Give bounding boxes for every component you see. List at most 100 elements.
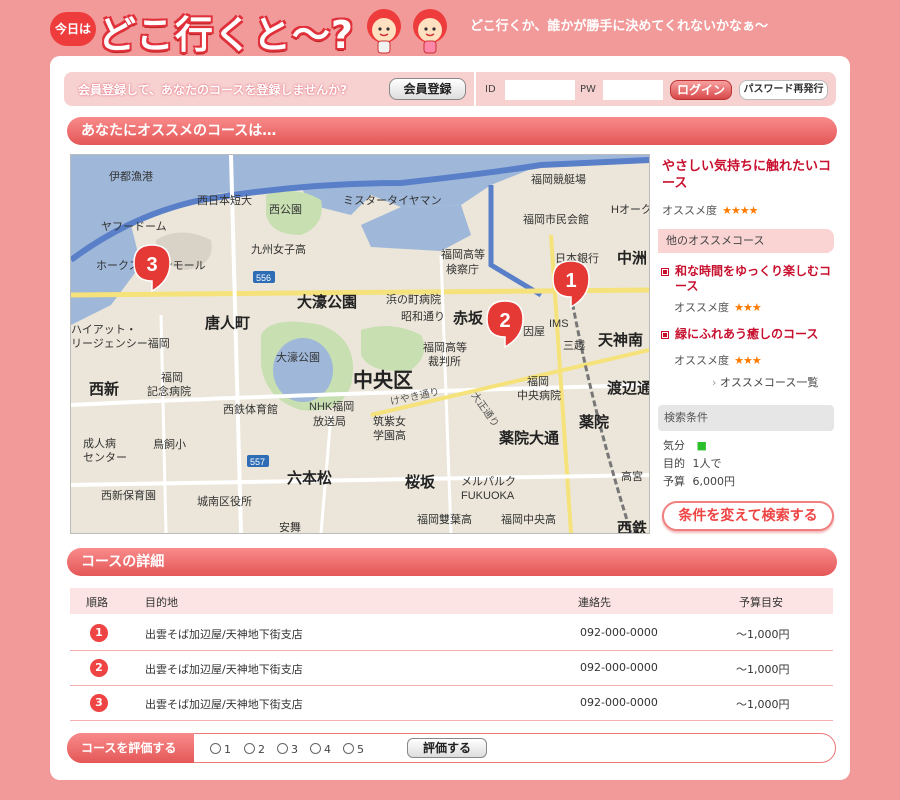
id-input[interactable]: [505, 80, 575, 100]
course-details-heading: コースの詳細: [67, 548, 837, 576]
radio-circle-icon: [310, 743, 321, 754]
star-rating-icon: ★★★: [734, 354, 762, 367]
details-table-header: 順路 目的地 連絡先 予算目安: [70, 588, 833, 614]
radio-label: 3: [291, 743, 298, 756]
svg-text:薬院大通: 薬院大通: [498, 429, 559, 447]
password-input[interactable]: [603, 80, 663, 100]
mascot-right-icon: [413, 9, 447, 54]
condition-purpose: 目的 1人で: [663, 455, 722, 471]
register-prompt: 会員登録して、あなたのコースを登録しませんか?: [78, 83, 348, 97]
svg-text:Hオーク: Hオーク: [611, 203, 649, 216]
condition-value: 1人で: [692, 457, 722, 470]
password-reissue-button[interactable]: パスワード再発行: [739, 80, 828, 100]
svg-text:西日本短大: 西日本短大: [197, 193, 252, 207]
route-number-badge: 2: [90, 659, 108, 677]
rating-radio-4[interactable]: 4: [310, 743, 331, 756]
destination-cell[interactable]: 出雲そば加辺屋/天神地下街支店: [145, 626, 303, 642]
login-button[interactable]: ログイン: [670, 80, 732, 100]
svg-text:1: 1: [565, 270, 576, 292]
svg-text:鳥飼小: 鳥飼小: [153, 437, 186, 451]
other-courses-heading: 他のオススメコース: [658, 229, 834, 253]
svg-text:西鉄: 西鉄: [617, 519, 647, 533]
svg-text:福岡高等: 福岡高等: [423, 340, 467, 354]
radio-label: 5: [357, 743, 364, 756]
svg-text:福岡競艇場: 福岡競艇場: [531, 172, 586, 186]
rating-radio-1[interactable]: 1: [210, 743, 231, 756]
today-badge: 今日は: [50, 12, 96, 46]
column-header-budget: 予算目安: [739, 596, 783, 609]
other-course-rating-1: オススメ度 ★★★: [674, 296, 762, 315]
recommend-rating: オススメ度 ★★★★: [662, 199, 759, 218]
svg-text:唐人町: 唐人町: [205, 314, 250, 332]
column-header-contact: 連絡先: [578, 596, 611, 609]
mascot-left-icon: [367, 9, 401, 54]
course-list-link[interactable]: › オススメコース一覧: [712, 374, 818, 390]
contact-cell: 092-000-0000: [580, 696, 658, 709]
budget-cell: 〜1,000円: [736, 628, 790, 641]
svg-text:中洲: 中洲: [617, 249, 647, 267]
tagline: どこ行くか、誰かが勝手に決めてくれないかなぁ〜: [470, 19, 768, 34]
login-divider: [474, 72, 476, 106]
rec-label: オススメ度: [662, 204, 717, 217]
svg-text:九州女子高: 九州女子高: [251, 242, 306, 256]
condition-label: 予算: [663, 475, 685, 488]
svg-text:557: 557: [250, 457, 265, 467]
svg-text:昭和通り: 昭和通り: [401, 310, 445, 323]
svg-text:西新: 西新: [89, 380, 119, 398]
svg-text:渡辺通: 渡辺通: [607, 379, 649, 397]
svg-text:伊都漁港: 伊都漁港: [109, 169, 153, 183]
rec-label: オススメ度: [674, 301, 729, 314]
rating-radio-3[interactable]: 3: [277, 743, 298, 756]
submit-rating-button[interactable]: 評価する: [407, 738, 487, 758]
svg-text:福岡雙葉高: 福岡雙葉高: [417, 512, 472, 526]
svg-text:福岡中央高: 福岡中央高: [501, 512, 556, 526]
svg-text:3: 3: [146, 254, 157, 276]
rating-radio-2[interactable]: 2: [244, 743, 265, 756]
svg-text:桜坂: 桜坂: [405, 473, 436, 491]
course-map[interactable]: 伊都漁港 西日本短大 西公園 ミスタータイヤマン 福岡競艇場 福岡市民会館 ヤフ…: [70, 154, 650, 534]
condition-label: 気分: [663, 439, 685, 452]
star-rating-icon: ★★★★: [722, 204, 758, 217]
rec-label: オススメ度: [674, 354, 729, 367]
search-conditions-heading: 検索条件: [658, 405, 834, 431]
svg-text:福岡市民会館: 福岡市民会館: [523, 212, 589, 226]
svg-text:福岡: 福岡: [161, 370, 183, 384]
table-row: 3 出雲そば加辺屋/天神地下街支店 092-000-0000 〜1,000円: [70, 686, 833, 721]
svg-text:因屋: 因屋: [523, 325, 545, 338]
svg-text:六本松: 六本松: [287, 469, 332, 487]
svg-text:ヤフードーム: ヤフードーム: [101, 220, 167, 233]
table-row: 1 出雲そば加辺屋/天神地下街支店 092-000-0000 〜1,000円: [70, 616, 833, 651]
recommend-heading: あなたにオススメのコースは…: [67, 117, 837, 145]
recommended-course-title[interactable]: やさしい気持ちに触れたいコース: [662, 158, 840, 192]
svg-text:浜の町病院: 浜の町病院: [386, 292, 441, 306]
svg-text:西鉄体育館: 西鉄体育館: [223, 402, 278, 416]
destination-cell[interactable]: 出雲そば加辺屋/天神地下街支店: [145, 661, 303, 677]
radio-circle-icon: [210, 743, 221, 754]
course-list-link-label: オススメコース一覧: [719, 376, 819, 389]
svg-text:IMS: IMS: [549, 318, 569, 330]
svg-text:城南区役所: 城南区役所: [197, 494, 252, 508]
route-number-badge: 1: [90, 624, 108, 642]
budget-cell: 〜1,000円: [736, 663, 790, 676]
svg-text:三越: 三越: [563, 338, 585, 352]
radio-label: 4: [324, 743, 331, 756]
svg-text:大濠公園: 大濠公園: [297, 293, 357, 311]
budget-cell: 〜1,000円: [736, 698, 790, 711]
radio-circle-icon: [244, 743, 255, 754]
other-course-title-1[interactable]: 和な時間をゆっくり楽しむコース: [675, 264, 835, 294]
svg-text:学園高: 学園高: [373, 428, 406, 442]
destination-cell[interactable]: 出雲そば加辺屋/天神地下街支店: [145, 696, 303, 712]
id-label: ID: [485, 84, 496, 95]
other-course-title-2[interactable]: 緑にふれあう癒しのコース: [675, 327, 835, 342]
contact-cell: 092-000-0000: [580, 626, 658, 639]
change-conditions-search-button[interactable]: 条件を変えて検索する: [662, 501, 834, 531]
rating-radio-5[interactable]: 5: [343, 743, 364, 756]
route-number-badge: 3: [90, 694, 108, 712]
svg-text:ハイアット・: ハイアット・: [71, 324, 137, 336]
mascot-illustration: [360, 6, 460, 56]
site-logo-title[interactable]: どこ行くと〜?: [98, 4, 354, 59]
star-rating-icon: ★★★: [734, 301, 762, 314]
column-header-destination: 目的地: [145, 596, 178, 609]
pw-label: PW: [580, 84, 596, 95]
register-button[interactable]: 会員登録: [389, 78, 466, 100]
